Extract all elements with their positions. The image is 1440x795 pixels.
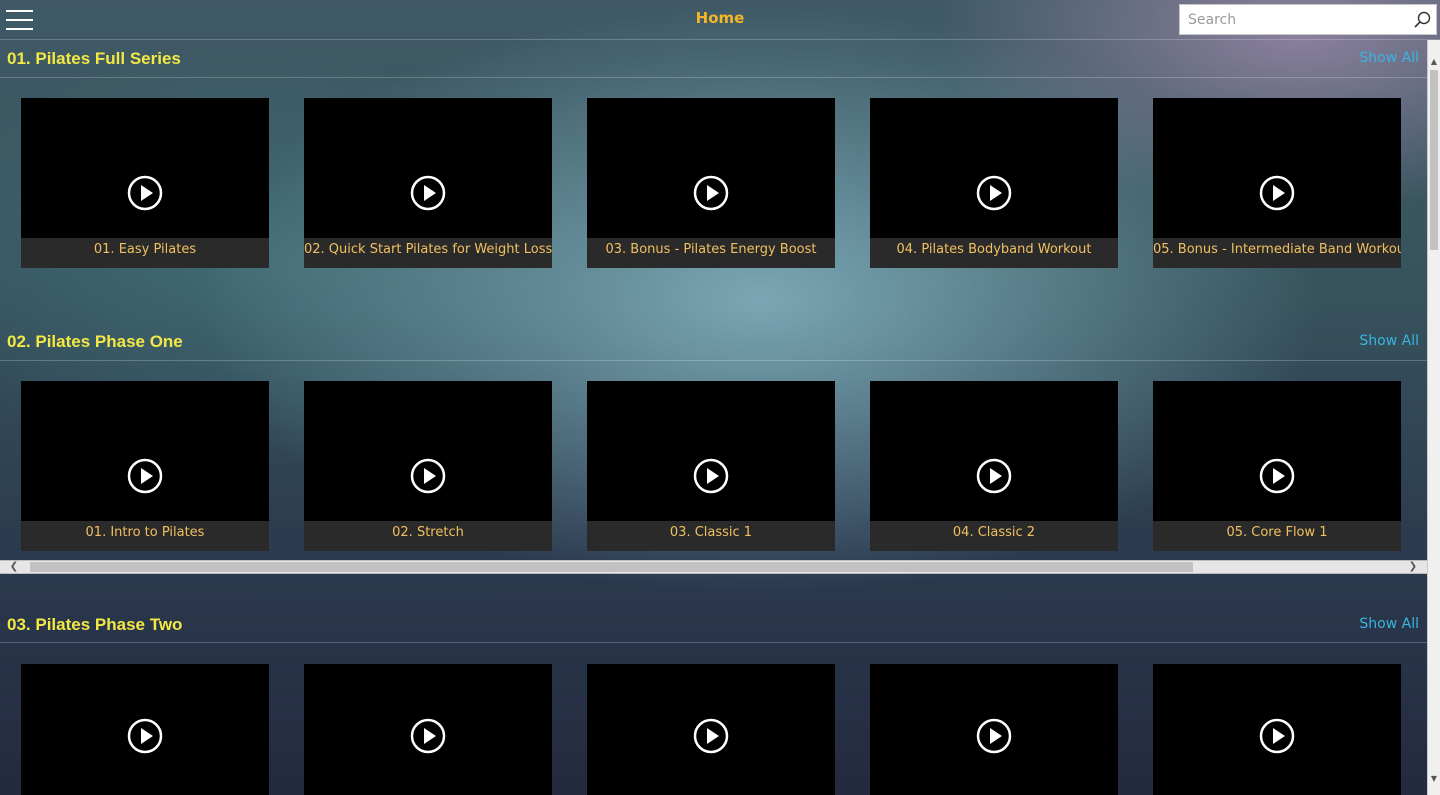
video-title[interactable]: 04. Classic 2 [870,521,1118,551]
play-icon[interactable] [410,175,446,211]
section-divider [0,360,1427,361]
search-input[interactable] [1180,5,1412,34]
video-card[interactable]: 05. Bonus - Intermediate Band Workout [1153,98,1401,268]
play-icon[interactable] [976,175,1012,211]
video-card[interactable]: 04. Pilates Bodyband Workout [870,98,1118,268]
section-title-pilates-phase-one: 02. Pilates Phase One [7,332,183,351]
play-icon[interactable] [976,718,1012,754]
video-title[interactable]: 01. Easy Pilates [21,238,269,268]
play-icon[interactable] [693,718,729,754]
video-title[interactable]: 02. Stretch [304,521,552,551]
section-divider [0,642,1427,643]
show-all-link-section-3[interactable]: Show All [1359,616,1419,632]
video-card[interactable]: 05. Core Flow 1 [1153,381,1401,551]
page-title: Home [695,9,745,27]
top-bar: Home [0,0,1440,40]
video-card[interactable] [304,664,552,795]
video-card[interactable]: 03. Bonus - Pilates Energy Boost [587,98,835,268]
play-icon[interactable] [127,458,163,494]
play-icon[interactable] [1259,175,1295,211]
video-card[interactable]: 02. Quick Start Pilates for Weight Loss [304,98,552,268]
section-title-pilates-phase-two: 03. Pilates Phase Two [7,615,183,634]
vertical-scrollbar[interactable]: ▲ ▼ [1427,40,1440,795]
video-title[interactable]: 05. Bonus - Intermediate Band Workout [1153,238,1401,268]
play-icon[interactable] [976,458,1012,494]
video-card[interactable]: 01. Easy Pilates [21,98,269,268]
section-divider [0,77,1427,78]
video-thumbnail[interactable] [21,98,269,238]
play-icon[interactable] [693,175,729,211]
video-title[interactable]: 05. Core Flow 1 [1153,521,1401,551]
show-all-link-section-2[interactable]: Show All [1359,333,1419,349]
play-icon[interactable] [1259,458,1295,494]
video-thumbnail[interactable] [1153,381,1401,521]
vertical-scrollbar-thumb[interactable] [1430,70,1438,250]
video-thumbnail[interactable] [870,98,1118,238]
video-card[interactable] [870,664,1118,795]
scroll-right-arrow-icon[interactable]: ❯ [1399,561,1427,573]
show-all-link-section-1[interactable]: Show All [1359,50,1419,66]
video-thumbnail[interactable] [870,381,1118,521]
video-card[interactable]: 01. Intro to Pilates [21,381,269,551]
hamburger-menu-icon[interactable] [6,7,34,33]
video-thumbnail[interactable] [304,381,552,521]
video-card[interactable] [1153,664,1401,795]
video-card[interactable]: 04. Classic 2 [870,381,1118,551]
video-card[interactable]: 03. Classic 1 [587,381,835,551]
play-icon[interactable] [693,458,729,494]
video-title[interactable]: 03. Classic 1 [587,521,835,551]
play-icon[interactable] [1259,718,1295,754]
video-thumbnail[interactable] [587,98,835,238]
horizontal-scrollbar-thumb[interactable] [30,562,1193,572]
scroll-down-arrow-icon[interactable]: ▼ [1428,771,1440,787]
video-card[interactable] [587,664,835,795]
video-thumbnail[interactable] [587,381,835,521]
play-icon[interactable] [127,175,163,211]
search-icon[interactable] [1412,10,1432,30]
scroll-left-arrow-icon[interactable]: ❮ [0,561,28,573]
video-thumbnail[interactable] [21,381,269,521]
video-title[interactable]: 03. Bonus - Pilates Energy Boost [587,238,835,268]
video-card[interactable]: 02. Stretch [304,381,552,551]
play-icon[interactable] [410,458,446,494]
section-title-pilates-full-series: 01. Pilates Full Series [7,49,181,68]
video-title[interactable]: 04. Pilates Bodyband Workout [870,238,1118,268]
play-icon[interactable] [410,718,446,754]
video-title[interactable]: 02. Quick Start Pilates for Weight Loss [304,238,552,268]
play-icon[interactable] [127,718,163,754]
video-thumbnail[interactable] [304,98,552,238]
video-title[interactable]: 01. Intro to Pilates [21,521,269,551]
video-card[interactable] [21,664,269,795]
horizontal-scrollbar[interactable]: ❮ ❯ [0,560,1427,574]
video-thumbnail[interactable] [1153,98,1401,238]
search-box[interactable] [1179,4,1437,35]
scroll-up-arrow-icon[interactable]: ▲ [1428,54,1440,70]
